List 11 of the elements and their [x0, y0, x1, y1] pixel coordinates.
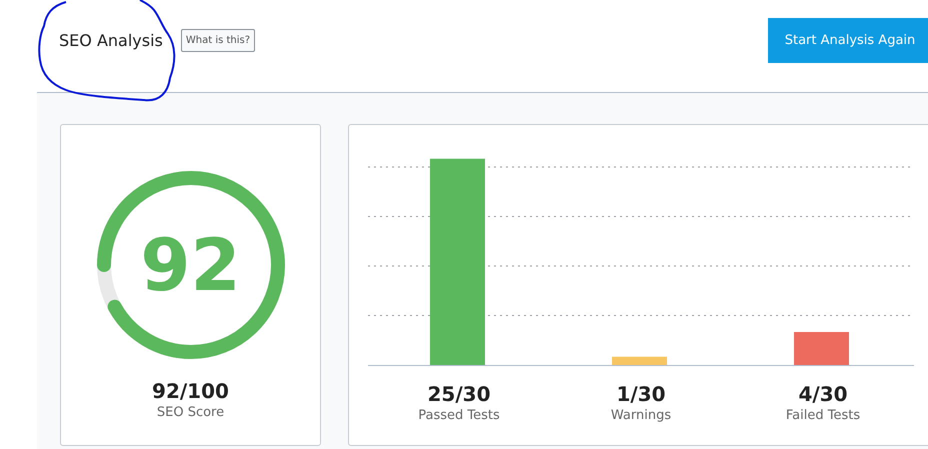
page-title: SEO Analysis — [59, 30, 163, 52]
result-count: 1/30 — [616, 382, 666, 406]
score-label: SEO Score — [156, 405, 224, 420]
score-reading: 92/100 — [152, 379, 229, 403]
result-label: Passed Tests — [418, 408, 500, 423]
score-number: 92 — [140, 229, 241, 301]
result-label: Failed Tests — [786, 408, 860, 423]
result-count: 25/30 — [428, 382, 490, 406]
help-button[interactable]: What is this? — [180, 29, 256, 52]
result-count: 4/30 — [798, 382, 848, 406]
result-label: Warnings — [610, 408, 672, 423]
